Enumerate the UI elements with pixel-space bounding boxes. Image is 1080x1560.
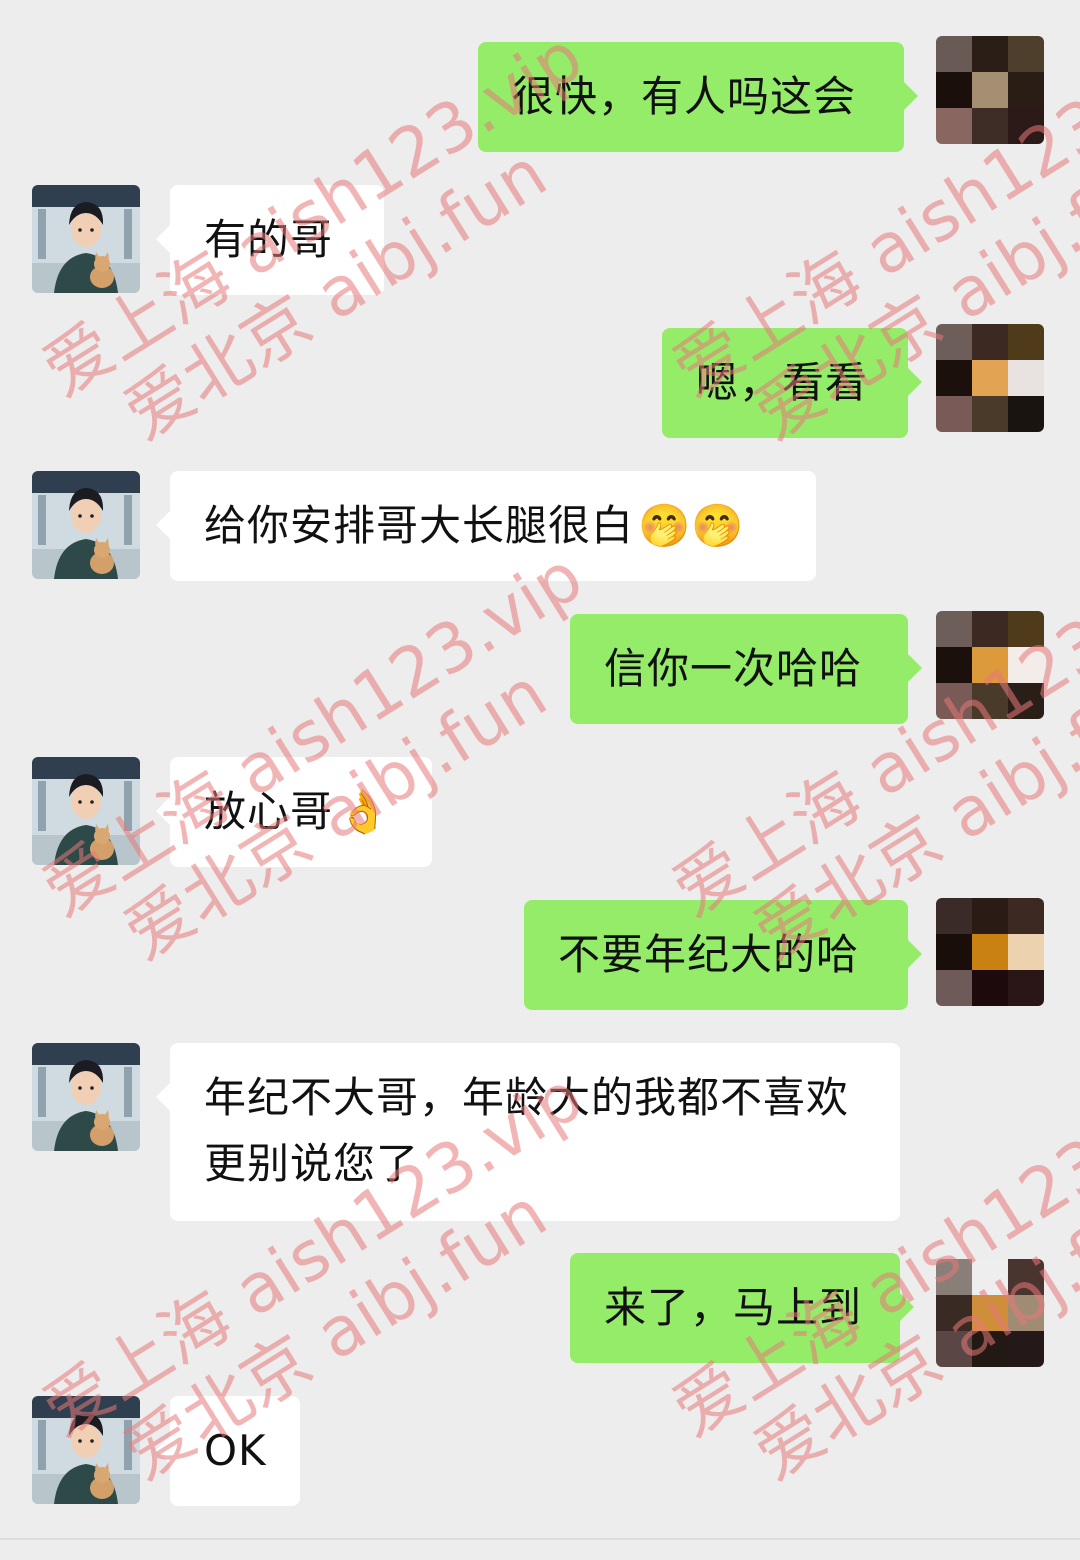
chat-thread[interactable]: 很快，有人吗这会 有的哥 嗯，看看 给你安排哥大长腿很白 🤭🤭 信你一次哈哈 放… [0, 0, 1080, 1540]
message-received[interactable]: 有的哥 [156, 185, 384, 295]
message-sent[interactable]: 很快，有人吗这会 [478, 42, 918, 152]
self-avatar[interactable] [936, 611, 1044, 719]
contact-avatar[interactable] [32, 1396, 140, 1504]
message-sent[interactable]: 来了，马上到 [570, 1253, 914, 1363]
message-text: 有的哥 [204, 215, 334, 264]
divider [0, 1538, 1080, 1540]
message-text: 很快，有人吗这会 [512, 72, 857, 121]
hand-over-mouth-emoji-icon: 🤭🤭 [638, 501, 745, 550]
self-avatar[interactable] [936, 898, 1044, 1006]
contact-avatar[interactable] [32, 471, 140, 579]
contact-avatar[interactable] [32, 1043, 140, 1151]
ok-hand-emoji-icon: 👌 [337, 787, 391, 836]
message-received[interactable]: OK [156, 1396, 300, 1506]
self-avatar[interactable] [936, 1259, 1044, 1367]
message-received[interactable]: 放心哥 👌 [156, 757, 432, 867]
message-received[interactable]: 给你安排哥大长腿很白 🤭🤭 [156, 471, 816, 581]
boy-with-cat-avatar-icon [32, 471, 140, 579]
message-text: 年纪不大哥，年龄大的我都不喜欢更别说您了 [204, 1073, 850, 1188]
self-avatar[interactable] [936, 36, 1044, 144]
contact-avatar[interactable] [32, 185, 140, 293]
boy-with-cat-avatar-icon [32, 185, 140, 293]
message-sent[interactable]: 不要年纪大的哈 [524, 900, 922, 1010]
message-text: 信你一次哈哈 [604, 644, 863, 693]
message-text: 来了，马上到 [604, 1283, 863, 1332]
watermark-line: 爱上海 aish123.vip [30, 537, 597, 932]
message-text: 放心哥 [204, 787, 334, 836]
message-text: 不要年纪大的哈 [558, 930, 860, 979]
message-text: 嗯，看看 [696, 358, 869, 407]
watermark-line: 爱上海 aish123.vip [660, 537, 1080, 932]
message-text: 给你安排哥大长腿很白 [204, 501, 635, 550]
contact-avatar[interactable] [32, 757, 140, 865]
message-sent[interactable]: 嗯，看看 [662, 328, 922, 438]
boy-with-cat-avatar-icon [32, 757, 140, 865]
boy-with-cat-avatar-icon [32, 1043, 140, 1151]
message-sent[interactable]: 信你一次哈哈 [570, 614, 922, 724]
message-received[interactable]: 年纪不大哥，年龄大的我都不喜欢更别说您了 [156, 1043, 900, 1221]
message-text: OK [204, 1426, 267, 1475]
boy-with-cat-avatar-icon [32, 1396, 140, 1504]
self-avatar[interactable] [936, 324, 1044, 432]
